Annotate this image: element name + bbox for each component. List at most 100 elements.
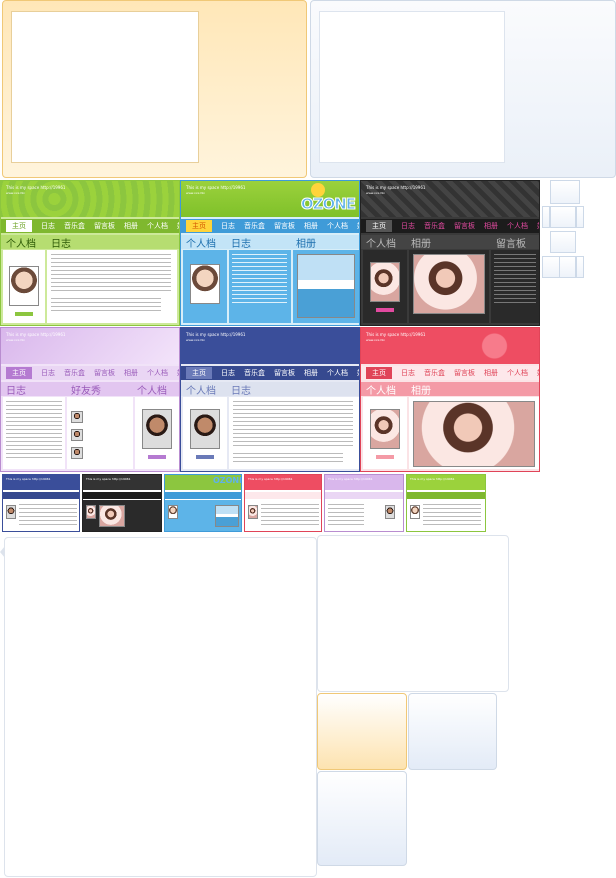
skin-mini-red[interactable]: This is my space http://19961	[244, 474, 322, 532]
preview-placeholder	[319, 11, 505, 163]
nav-blog[interactable]: 日志	[41, 221, 55, 231]
section-album: 相册	[411, 386, 431, 397]
nav-album[interactable]: 相册	[124, 368, 138, 378]
friend-avatar[interactable]	[71, 447, 83, 459]
section-blog: 日志	[6, 386, 26, 397]
friend-avatar[interactable]	[71, 429, 83, 441]
preview-panel-blue	[310, 0, 616, 178]
skin-nav: 主页 日志 音乐盒 留言板 相册 个人档 好友	[181, 366, 359, 380]
nav-music[interactable]: 音乐盒	[244, 221, 265, 231]
nav-blog[interactable]: 日志	[221, 221, 235, 231]
section-album: 相册	[296, 239, 316, 250]
skin-tile-red[interactable]: This is my space http://19961 www.xxx.l9…	[360, 327, 540, 472]
skin-thumb-slot[interactable]	[576, 206, 584, 228]
mini-header-text: This is my space http://19961	[6, 477, 51, 481]
skin-mini-lavender[interactable]: This is my space http://19961	[324, 474, 404, 532]
skin-header-line1: This is my space http://19961	[6, 332, 66, 337]
color-swatch-lightblue[interactable]	[317, 771, 407, 866]
skin-thumb-slot[interactable]	[576, 256, 584, 278]
album-photo[interactable]	[413, 254, 485, 314]
skin-nav: 主页 日志 音乐盒 留言板 相册 个人档 好友	[1, 366, 179, 380]
color-swatch-orange[interactable]	[317, 693, 407, 770]
skin-tile-black[interactable]: This is my space http://19961 www.xxx.l9…	[360, 180, 540, 326]
skin-tile-green[interactable]: This is my space http://19961 www.xxx.l9…	[0, 180, 180, 326]
nav-blog[interactable]: 日志	[401, 368, 415, 378]
section-profile: 个人档	[366, 386, 396, 397]
skin-mini-ozone[interactable]: OZONE	[164, 474, 242, 532]
friend-avatar[interactable]	[71, 411, 83, 423]
nav-profile[interactable]: 个人档	[147, 221, 168, 231]
nav-guestbook[interactable]: 留言板	[274, 221, 295, 231]
nav-profile[interactable]: 个人档	[507, 368, 528, 378]
section-blog: 日志	[51, 239, 71, 250]
nav-home[interactable]: 主页	[366, 367, 392, 379]
content-panel-left	[4, 537, 317, 877]
skin-nav: 主页 日志 音乐盒 留言板 相册 个人档 好友	[361, 219, 539, 233]
nav-blog[interactable]: 日志	[221, 368, 235, 378]
nav-album[interactable]: 相册	[124, 221, 138, 231]
skin-nav: 主页 日志 音乐盒 留言板 相册 个人档 好友	[361, 366, 539, 380]
nav-album[interactable]: 相册	[484, 221, 498, 231]
section-profile: 个人档	[366, 239, 396, 250]
nav-guestbook[interactable]: 留言板	[454, 221, 475, 231]
skin-mini-black[interactable]: This is my space http://19961	[82, 474, 162, 532]
mini-header-text: This is my space http://19961	[86, 477, 131, 481]
skin-tile-lavender[interactable]: This is my space http://19961 www.xxx.l9…	[0, 327, 180, 472]
skin-header-line2: www.xxx.l9x	[6, 191, 25, 195]
nav-blog[interactable]: 日志	[41, 368, 55, 378]
skin-mini-navy[interactable]: This is my space http://19961	[2, 474, 80, 532]
album-photo[interactable]	[413, 401, 535, 467]
nav-home[interactable]: 主页	[366, 220, 392, 232]
section-guestbook: 留言板	[496, 239, 526, 250]
skin-tile-ozone[interactable]: This is my space http://19961 www.xxx.l9…	[180, 180, 360, 326]
nav-home[interactable]: 主页	[186, 220, 212, 232]
nav-profile[interactable]: 个人档	[147, 368, 168, 378]
nav-album[interactable]: 相册	[304, 221, 318, 231]
skin-header-line2: www.xxx.l9x	[186, 338, 205, 342]
nav-guestbook[interactable]: 留言板	[94, 368, 115, 378]
nav-home[interactable]: 主页	[6, 220, 32, 232]
skin-thumb-slot[interactable]	[550, 180, 580, 204]
nav-friends[interactable]: 好友	[537, 368, 539, 378]
nav-album[interactable]: 相册	[484, 368, 498, 378]
skin-header-line2: www.xxx.l9x	[186, 191, 205, 195]
mini-logo: OZONE	[213, 476, 242, 485]
avatar	[370, 409, 400, 449]
color-swatch-blue[interactable]	[408, 693, 497, 770]
nav-blog[interactable]: 日志	[401, 221, 415, 231]
nav-guestbook[interactable]: 留言板	[274, 368, 295, 378]
nav-music[interactable]: 音乐盒	[64, 221, 85, 231]
ozone-logo: OZONE	[300, 195, 356, 214]
skin-header-line2: www.xxx.l9x	[366, 338, 385, 342]
section-profile: 个人档	[6, 239, 36, 250]
nav-music[interactable]: 音乐盒	[424, 368, 445, 378]
section-profile: 个人档	[137, 386, 167, 397]
skin-thumb-slot[interactable]	[542, 256, 560, 278]
skin-tile-navy[interactable]: This is my space http://19961 www.xxx.l9…	[180, 327, 360, 472]
nav-home[interactable]: 主页	[186, 367, 212, 379]
skin-thumb-slot[interactable]	[550, 206, 576, 228]
nav-album[interactable]: 相册	[304, 368, 318, 378]
nav-profile[interactable]: 个人档	[327, 368, 348, 378]
nav-guestbook[interactable]: 留言板	[454, 368, 475, 378]
avatar	[9, 266, 39, 306]
nav-music[interactable]: 音乐盒	[244, 368, 265, 378]
skin-thumb-slot[interactable]	[542, 206, 550, 228]
nav-profile[interactable]: 个人档	[327, 221, 348, 231]
content-panel-right	[317, 535, 509, 692]
nav-music[interactable]: 音乐盒	[64, 368, 85, 378]
skin-header-line1: This is my space http://19961	[186, 185, 246, 190]
nav-profile[interactable]: 个人档	[507, 221, 528, 231]
avatar	[190, 264, 220, 304]
nav-guestbook[interactable]: 留言板	[94, 221, 115, 231]
section-blog: 日志	[231, 386, 251, 397]
nav-music[interactable]: 音乐盒	[424, 221, 445, 231]
section-friends-show: 好友秀	[71, 386, 101, 397]
nav-home[interactable]: 主页	[6, 367, 32, 379]
skin-thumb-slot[interactable]	[550, 231, 576, 253]
nav-friends[interactable]: 好友	[537, 221, 539, 231]
avatar	[142, 409, 172, 449]
skin-mini-green[interactable]: This is my space http://19961	[406, 474, 486, 532]
mini-header-text: This is my space http://19961	[248, 477, 293, 481]
album-photo[interactable]	[297, 254, 355, 318]
